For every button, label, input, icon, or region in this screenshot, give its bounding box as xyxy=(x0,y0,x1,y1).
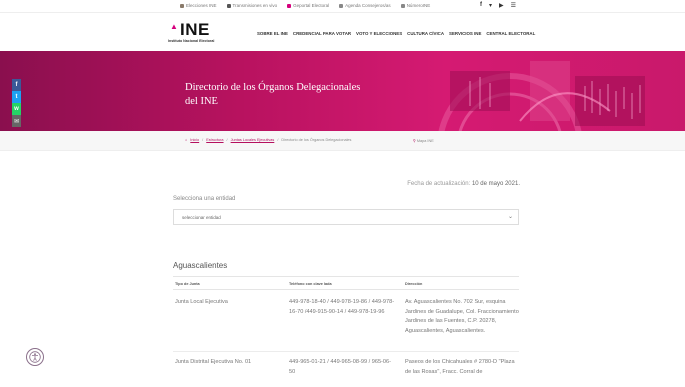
utility-link-label: Geportal Electoral xyxy=(293,3,330,8)
entity-select[interactable]: seleccionar entidad ⌄ xyxy=(173,209,519,225)
phone-icon xyxy=(400,3,405,8)
directory-table: Tipo de Junta Teléfono con clave lada Di… xyxy=(173,276,519,387)
entity-select-value: seleccionar entidad xyxy=(182,215,221,220)
update-date: Fecha de actualización: 10 de mayo 2021. xyxy=(300,181,520,187)
utility-link-transmisiones[interactable]: Transmisiones en vivo xyxy=(226,3,278,8)
breadcrumb-path: ⌂ Inicio / Estructura / Juntas Locales E… xyxy=(185,138,351,142)
page: Elecciones INE Transmisiones en vivo Gep… xyxy=(0,0,685,387)
cell-phone: 449-978-18-40 / 449-978-19-86 / 449-978-… xyxy=(289,299,395,315)
whatsapp-icon[interactable]: w xyxy=(12,103,21,115)
breadcrumb-estructura[interactable]: Estructura xyxy=(206,138,223,142)
utility-link-label: Elecciones INE xyxy=(186,3,217,8)
logo-subtitle: Instituto Nacional Electoral xyxy=(168,39,215,43)
home-icon: ⌂ xyxy=(185,138,188,142)
column-header-type: Tipo de Junta xyxy=(175,282,200,286)
location-pin-icon: ⚲ xyxy=(413,139,416,143)
breadcrumb-separator: / xyxy=(202,138,204,142)
utility-link-agenda[interactable]: Agenda Consejeros/as xyxy=(339,3,391,8)
nav-central-electoral[interactable]: CENTRAL ELECTORAL xyxy=(486,31,535,36)
calendar-icon xyxy=(339,3,344,8)
twitter-icon[interactable]: t xyxy=(12,91,21,103)
state-heading: Aguascalientes xyxy=(173,261,228,270)
table-row: Junta Local Ejecutiva 449-978-18-40 / 44… xyxy=(173,290,519,352)
utility-link-label: Agenda Consejeros/as xyxy=(345,3,391,8)
breadcrumb-juntas[interactable]: Juntas Locales Ejecutivas xyxy=(231,138,275,142)
utility-link-numeroine[interactable]: NúmeroINE xyxy=(400,3,431,8)
facebook-icon[interactable]: f xyxy=(480,2,482,9)
cell-phone: 449-965-01-21 / 449-965-08-99 / 965-06-5… xyxy=(289,359,392,375)
rss-icon[interactable]: ☰ xyxy=(511,2,516,9)
column-header-phone: Teléfono con clave lada xyxy=(289,282,332,286)
chevron-down-icon: ⌄ xyxy=(507,214,513,220)
table-header: Tipo de Junta Teléfono con clave lada Di… xyxy=(173,276,519,290)
cell-type: Junta Local Ejecutiva xyxy=(175,299,228,305)
accessibility-button[interactable] xyxy=(26,348,44,366)
utility-bar: Elecciones INE Transmisiones en vivo Gep… xyxy=(0,0,685,13)
utility-links: Elecciones INE Transmisiones en vivo Gep… xyxy=(180,3,430,8)
hero-illustration xyxy=(438,61,645,131)
breadcrumb-separator: / xyxy=(226,138,228,142)
logo-mark-icon: ▲ xyxy=(170,22,178,31)
floating-share-bar: f t w ✉ xyxy=(12,79,21,127)
utility-link-label: Transmisiones en vivo xyxy=(232,3,278,8)
header-social: f ▾ ▶ ☰ xyxy=(480,2,516,9)
nav-cultura-civica[interactable]: CULTURA CÍVICA xyxy=(407,31,444,36)
hero-banner: Directorio de los Órganos Delegacionales… xyxy=(0,51,685,131)
site-header: ▲ INE Instituto Nacional Electoral SOBRE… xyxy=(0,13,685,51)
map-link[interactable]: ⚲ Mapa INE xyxy=(413,138,434,143)
utility-link-elecciones[interactable]: Elecciones INE xyxy=(180,3,217,8)
entity-select-label: Selecciona una entidad xyxy=(173,196,236,202)
breadcrumb: ⌂ Inicio / Estructura / Juntas Locales E… xyxy=(0,131,685,151)
breadcrumb-current: Directorio de los Órganos Delegacionales xyxy=(281,138,352,142)
column-header-address: Dirección xyxy=(405,282,423,286)
utility-link-geoportal[interactable]: Geportal Electoral xyxy=(287,3,329,8)
play-icon xyxy=(226,3,231,8)
update-value: 10 de mayo 2021. xyxy=(471,181,520,187)
main-nav: SOBRE EL INE CREDENCIAL PARA VOTAR VOTO … xyxy=(257,31,535,36)
map-link-label: Mapa INE xyxy=(416,139,434,143)
nav-credencial[interactable]: CREDENCIAL PARA VOTAR xyxy=(293,31,351,36)
email-icon[interactable]: ✉ xyxy=(12,115,21,127)
nav-voto-elecciones[interactable]: VOTO Y ELECCIONES xyxy=(356,31,402,36)
cell-type: Junta Distrital Ejecutiva No. 01 xyxy=(175,359,252,365)
breadcrumb-home[interactable]: Inicio xyxy=(190,138,199,142)
twitter-icon[interactable]: ▾ xyxy=(489,2,492,9)
nav-servicios[interactable]: SERVICIOS INE xyxy=(449,31,481,36)
ine-logo[interactable]: ▲ INE Instituto Nacional Electoral xyxy=(168,20,248,46)
utility-link-label: NúmeroINE xyxy=(406,3,431,8)
facebook-icon[interactable]: f xyxy=(12,79,21,91)
youtube-icon[interactable]: ▶ xyxy=(499,2,504,9)
table-row: Junta Distrital Ejecutiva No. 01 449-965… xyxy=(173,352,519,387)
page-title: Directorio de los Órganos Delegacionales… xyxy=(185,82,361,107)
accessibility-icon xyxy=(29,351,41,363)
map-icon xyxy=(287,3,292,8)
cell-address: Av. Aguascalientes No. 702 Sur, esquina … xyxy=(405,299,519,334)
breadcrumb-separator: / xyxy=(277,138,279,142)
nav-sobre-el-ine[interactable]: SOBRE EL INE xyxy=(257,31,288,36)
logo-word: INE xyxy=(180,20,210,39)
cell-address: Paseos de los Chicahuales # 2780-D "Plaz… xyxy=(405,359,515,375)
update-label: Fecha de actualización: xyxy=(407,181,471,187)
ballot-icon xyxy=(180,3,184,8)
